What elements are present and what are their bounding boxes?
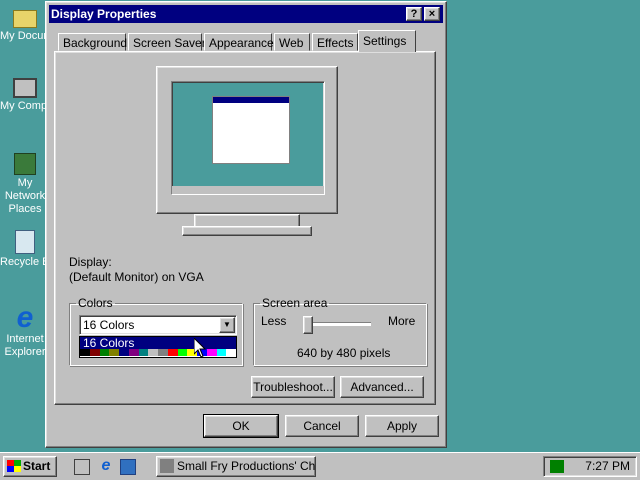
mini-taskbar — [172, 186, 324, 194]
screen-area-value: 640 by 480 pixels — [297, 346, 391, 360]
network-icon — [14, 153, 36, 175]
screen-area-legend: Screen area — [262, 296, 328, 310]
close-button[interactable]: × — [424, 7, 440, 21]
system-tray: 7:27 PM — [543, 456, 637, 477]
folder-icon — [13, 10, 37, 28]
colors-dropdown-button[interactable]: ▼ — [219, 317, 235, 333]
display-value: (Default Monitor) on VGA — [69, 270, 204, 284]
taskbar-task-button[interactable]: Small Fry Productions' Chil... — [156, 456, 316, 477]
advanced-button[interactable]: Advanced... — [340, 376, 424, 398]
colors-dropdown-list: 16 Colors — [79, 336, 237, 358]
tray-clock[interactable]: 7:27 PM — [585, 457, 630, 476]
desktop-icon-network[interactable]: My Network Places — [0, 153, 50, 216]
desktop-icon-label: My Documents — [0, 30, 74, 42]
help-button[interactable]: ? — [406, 7, 422, 21]
colors-dropdown[interactable]: 16 Colors ▼ — [79, 315, 237, 335]
chevron-down-icon: ▼ — [223, 320, 231, 329]
desktop-icon-my-documents[interactable]: My Documents — [0, 6, 74, 43]
desktop-icon-label: Recycle Bin — [0, 256, 59, 268]
tab-appearance[interactable]: Appearance — [204, 33, 274, 51]
window-title: Display Properties — [51, 7, 157, 21]
quicklaunch-show-desktop-icon[interactable] — [74, 459, 90, 475]
troubleshoot-button[interactable]: Troubleshoot... — [251, 376, 335, 398]
tab-background[interactable]: Background — [58, 33, 127, 51]
monitor-screen — [171, 81, 325, 195]
title-bar[interactable]: Display Properties ? × — [49, 5, 443, 23]
palette-swatch — [216, 349, 227, 356]
palette-swatch — [119, 349, 129, 356]
computer-icon — [13, 78, 37, 98]
desktop-icon-internet-explorer[interactable]: e Internet Explorer — [0, 301, 50, 359]
monitor-base — [182, 226, 312, 236]
tab-web[interactable]: Web — [274, 33, 310, 51]
monitor-preview — [156, 66, 338, 214]
palette-swatch — [138, 349, 149, 356]
palette-swatch — [99, 349, 110, 356]
palette-swatch — [167, 349, 178, 356]
more-label: More — [388, 314, 416, 328]
tab-effects[interactable]: Effects — [312, 33, 358, 51]
windows-logo-icon — [7, 460, 21, 472]
palette-swatch — [206, 349, 217, 356]
display-label: Display: — [69, 255, 112, 269]
desktop-icon-my-computer[interactable]: My Computer — [0, 78, 67, 113]
less-label: Less — [261, 314, 287, 328]
screen-area-slider-thumb[interactable] — [303, 316, 313, 334]
tab-settings[interactable]: Settings — [358, 30, 416, 52]
palette-swatch — [226, 349, 236, 356]
desktop-icon-label: My Network Places — [4, 177, 46, 215]
tab-screen-saver[interactable]: Screen Saver — [128, 33, 206, 51]
screen-area-slider-track — [306, 322, 371, 326]
palette-swatch — [158, 349, 168, 356]
ie-icon: e — [16, 301, 34, 334]
quicklaunch-channels-icon[interactable] — [120, 459, 136, 475]
display-properties-window: Display Properties ? × Background Screen… — [45, 1, 447, 448]
colors-option-16[interactable]: 16 Colors — [80, 337, 236, 349]
start-label: Start — [23, 459, 51, 473]
desktop-icon-label: Internet Explorer — [4, 333, 46, 358]
taskbar: Start e Small Fry Productions' Chil... 7… — [0, 452, 640, 480]
palette-swatch — [109, 349, 119, 356]
start-button[interactable]: Start — [3, 456, 57, 477]
task-label: Small Fry Productions' Chil... — [177, 459, 316, 473]
palette-swatch — [148, 349, 158, 356]
app-icon — [160, 459, 174, 473]
palette-swatch — [128, 349, 139, 356]
quicklaunch-ie-icon[interactable]: e — [98, 458, 114, 475]
desktop-icon-recycle-bin[interactable]: Recycle Bin — [0, 230, 59, 269]
mouse-pointer-icon — [194, 338, 206, 358]
palette-swatch — [89, 349, 100, 356]
tray-display-icon[interactable] — [550, 460, 564, 473]
palette-swatch — [177, 349, 188, 356]
colors-legend: Colors — [78, 296, 113, 310]
desktop-icon-label: My Computer — [0, 100, 67, 112]
apply-button[interactable]: Apply — [365, 415, 439, 437]
color-palette-strip — [80, 349, 236, 356]
colors-dropdown-value: 16 Colors — [83, 318, 135, 332]
mini-window — [212, 96, 290, 164]
palette-swatch — [80, 349, 90, 356]
mini-title-bar — [213, 97, 289, 103]
cancel-button[interactable]: Cancel — [285, 415, 359, 437]
ok-button[interactable]: OK — [203, 414, 279, 438]
recycle-bin-icon — [15, 230, 35, 254]
